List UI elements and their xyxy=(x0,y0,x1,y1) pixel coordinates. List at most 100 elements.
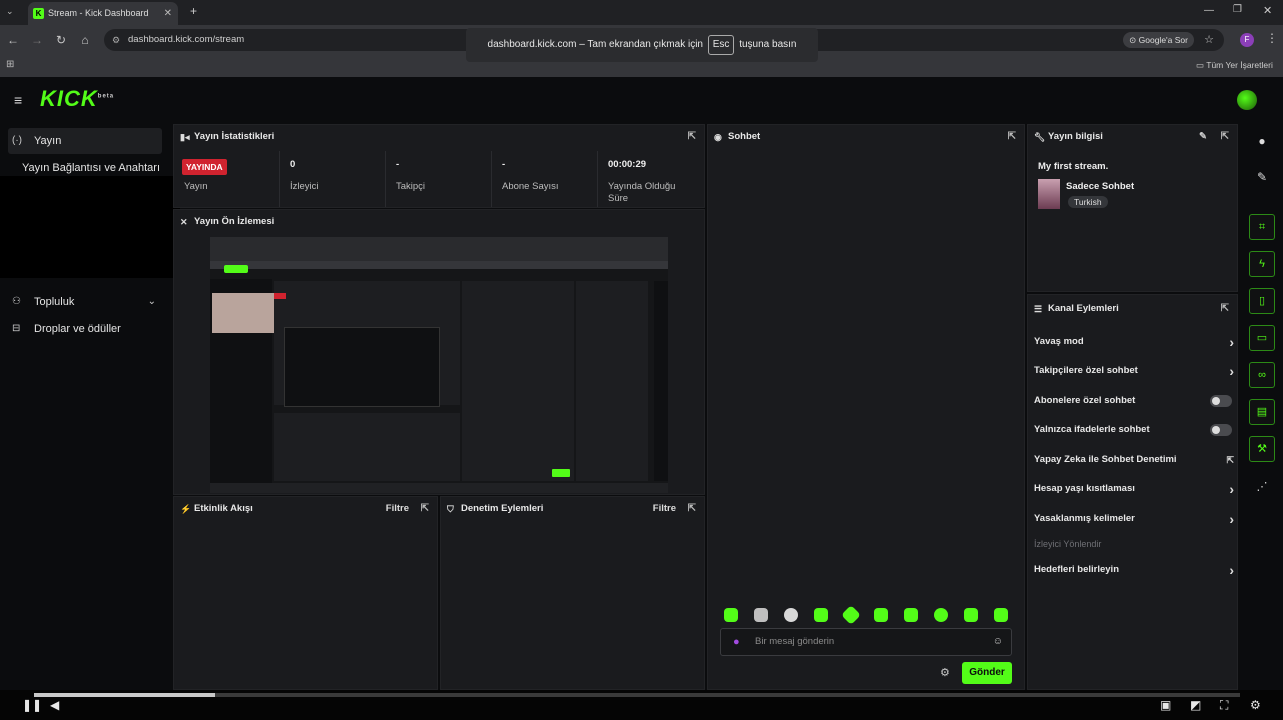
hamburger-menu-icon[interactable]: ≡ xyxy=(14,92,22,108)
channel-actions-title: Kanal Eylemleri xyxy=(1048,303,1119,314)
browser-menu-icon[interactable]: ⋮ xyxy=(1266,31,1278,45)
logo-text: KICK xyxy=(40,86,98,111)
popout-icon[interactable]: ⇱ xyxy=(1221,297,1229,321)
layout-icon[interactable]: ▤ xyxy=(1249,399,1275,425)
emote-icon[interactable] xyxy=(904,608,918,622)
fullscreen-icon[interactable]: ⛶ xyxy=(1220,698,1228,713)
settings-icon[interactable]: ⚙ xyxy=(1250,698,1261,712)
edit-icon[interactable]: ✎ xyxy=(1199,125,1207,149)
emote-icon[interactable] xyxy=(754,608,768,622)
preview-logo xyxy=(224,265,248,273)
popout-icon[interactable]: ⇱ xyxy=(688,125,696,149)
kick-favicon-icon: K xyxy=(33,8,44,19)
reload-icon[interactable]: ↻ xyxy=(52,30,70,50)
folder-icon: ▭ xyxy=(1196,60,1205,70)
action-followers-only[interactable]: Takipçilere özel sohbet › xyxy=(1034,357,1234,385)
activity-filter-button[interactable]: Filtre xyxy=(386,497,409,521)
profile-avatar[interactable]: F xyxy=(1240,33,1254,47)
action-label: Yasaklanmış kelimeler xyxy=(1034,513,1135,524)
action-emote-only[interactable]: Yalnızca ifadelerle sohbet xyxy=(1034,416,1234,444)
channel-actions-header: ☰ Kanal Eylemleri ⇱ xyxy=(1028,297,1237,321)
action-set-goals[interactable]: Hedefleri belirleyin › xyxy=(1034,556,1234,584)
user-avatar[interactable] xyxy=(1237,90,1257,110)
stat-value: 00:00:29 xyxy=(608,159,647,170)
action-slow-mode[interactable]: Yavaş mod › xyxy=(1034,328,1234,356)
toggle-switch[interactable] xyxy=(1210,395,1232,407)
google-lens-button[interactable]: ⊙ Google'a Sor xyxy=(1123,32,1194,48)
close-window-icon[interactable]: ✕ xyxy=(1263,4,1272,17)
pause-icon[interactable]: ❚❚ xyxy=(22,698,42,712)
preview-header: ✕ Yayın Ön İzlemesi xyxy=(174,210,704,234)
emote-icon[interactable] xyxy=(934,608,948,622)
popout-icon[interactable]: ⇱ xyxy=(421,497,429,521)
gift-icon: ⊟ xyxy=(12,323,21,334)
forward-icon[interactable]: → xyxy=(28,30,46,50)
fullscreen-notice-text-end: tuşuna basın xyxy=(739,39,797,50)
emoji-icon[interactable]: ☺ xyxy=(993,629,1003,655)
home-icon[interactable]: ⌂ xyxy=(76,30,94,50)
moderation-filter-button[interactable]: Filtre xyxy=(653,497,676,521)
tab-list-icon[interactable]: ⌄ xyxy=(6,6,14,17)
send-button[interactable]: Gönder xyxy=(962,662,1012,684)
preview-live-badge xyxy=(274,293,286,299)
sidebar-item-drops[interactable]: ⊟ Droplar ve ödüller xyxy=(8,316,162,342)
minimize-icon[interactable]: — xyxy=(1204,5,1214,16)
collapse-icon[interactable]: ✕ xyxy=(180,210,188,234)
action-ai-moderation[interactable]: Yapay Zeka ile Sohbet Denetimi ⇱ xyxy=(1034,446,1234,474)
message-icon[interactable]: ▭ xyxy=(1249,325,1275,351)
stat-label: Yayında Olduğu Süre xyxy=(608,181,676,204)
emote-icon[interactable] xyxy=(784,608,798,622)
emote-icon[interactable] xyxy=(814,608,828,622)
popout-icon[interactable]: ⇱ xyxy=(688,497,696,521)
apps-grid-icon[interactable]: ⊞ xyxy=(6,59,14,70)
bookmark-star-icon[interactable]: ☆ xyxy=(1204,29,1214,51)
subtitles-icon[interactable]: ▣ xyxy=(1160,698,1171,712)
video-progress-track[interactable] xyxy=(215,693,1240,697)
broadcast-icon: (·) xyxy=(12,135,22,146)
chat-message-input[interactable]: ● Bir mesaj gönderin ☺ xyxy=(720,628,1012,656)
all-bookmarks-label: Tüm Yer İşaretleri xyxy=(1206,60,1273,70)
emote-icon[interactable] xyxy=(724,608,738,622)
emote-icon[interactable] xyxy=(994,608,1008,622)
microphone-icon[interactable]: ● xyxy=(733,629,740,655)
emote-icon[interactable] xyxy=(874,608,888,622)
back-icon[interactable]: ← xyxy=(4,30,22,50)
stat-uptime: 00:00:29 Yayında Olduğu Süre xyxy=(598,151,704,207)
toggle-switch[interactable] xyxy=(1210,424,1232,436)
record-icon[interactable]: ● xyxy=(1249,128,1275,154)
action-label: Hesap yaşı kısıtlaması xyxy=(1034,483,1135,494)
moderation-title: Denetim Eylemleri xyxy=(461,503,544,514)
wrench-icon[interactable]: ⚒ xyxy=(1249,436,1275,462)
close-tab-icon[interactable]: ✕ xyxy=(164,2,172,25)
browser-tab[interactable]: K Stream - Kick Dashboard ✕ xyxy=(28,2,178,25)
all-bookmarks-button[interactable]: ▭ Tüm Yer İşaretleri xyxy=(1196,60,1273,71)
new-tab-icon[interactable]: + xyxy=(190,4,197,18)
share-icon[interactable]: ⋰ xyxy=(1249,474,1275,500)
chat-settings-icon[interactable]: ⚙ xyxy=(940,666,950,679)
action-account-age[interactable]: Hesap yaşı kısıtlaması › xyxy=(1034,475,1234,503)
external-link-icon: ⇱ xyxy=(1226,455,1234,465)
sidebar-item-stream[interactable]: (·) Yayın xyxy=(8,128,162,154)
action-banned-words[interactable]: Yasaklanmış kelimeler › xyxy=(1034,505,1234,533)
sidebar-item-community[interactable]: ⚇ Topluluk ⌄ xyxy=(8,289,162,315)
emote-icon[interactable] xyxy=(964,608,978,622)
maximize-icon[interactable]: ❐ xyxy=(1233,4,1242,15)
lightning-icon[interactable]: ϟ xyxy=(1249,251,1275,277)
stream-preview-video[interactable] xyxy=(210,237,668,493)
clip-icon[interactable]: ⌗ xyxy=(1249,214,1275,240)
shield-icon[interactable]: ▯ xyxy=(1249,288,1275,314)
action-subscribers-only[interactable]: Abonelere özel sohbet xyxy=(1034,387,1234,415)
popout-icon[interactable]: ⇱ xyxy=(1221,125,1229,149)
link-icon[interactable]: ∞ xyxy=(1249,362,1275,388)
miniplayer-icon[interactable]: ◩ xyxy=(1190,698,1201,712)
fullscreen-notice: dashboard.kick.com – Tam ekrandan çıkmak… xyxy=(466,28,818,62)
stat-live: YAYINDA Yayın xyxy=(174,151,280,207)
category-name: Sadece Sohbet xyxy=(1066,181,1135,192)
kick-logo[interactable]: KICKbeta xyxy=(40,86,114,112)
pencil-icon[interactable]: ✎ xyxy=(1249,164,1275,190)
stream-info-header: 🔧︎ Yayın bilgisi ✎ ⇱ xyxy=(1028,125,1237,149)
quick-actions-rail: ● ✎ ⌗ ϟ ▯ ▭ ∞ ▤ ⚒ ⋰ xyxy=(1240,122,1283,690)
volume-icon[interactable]: ◀︎ xyxy=(50,698,59,712)
site-info-icon[interactable]: ⚙ xyxy=(112,29,120,51)
popout-icon[interactable]: ⇱ xyxy=(1008,125,1016,149)
